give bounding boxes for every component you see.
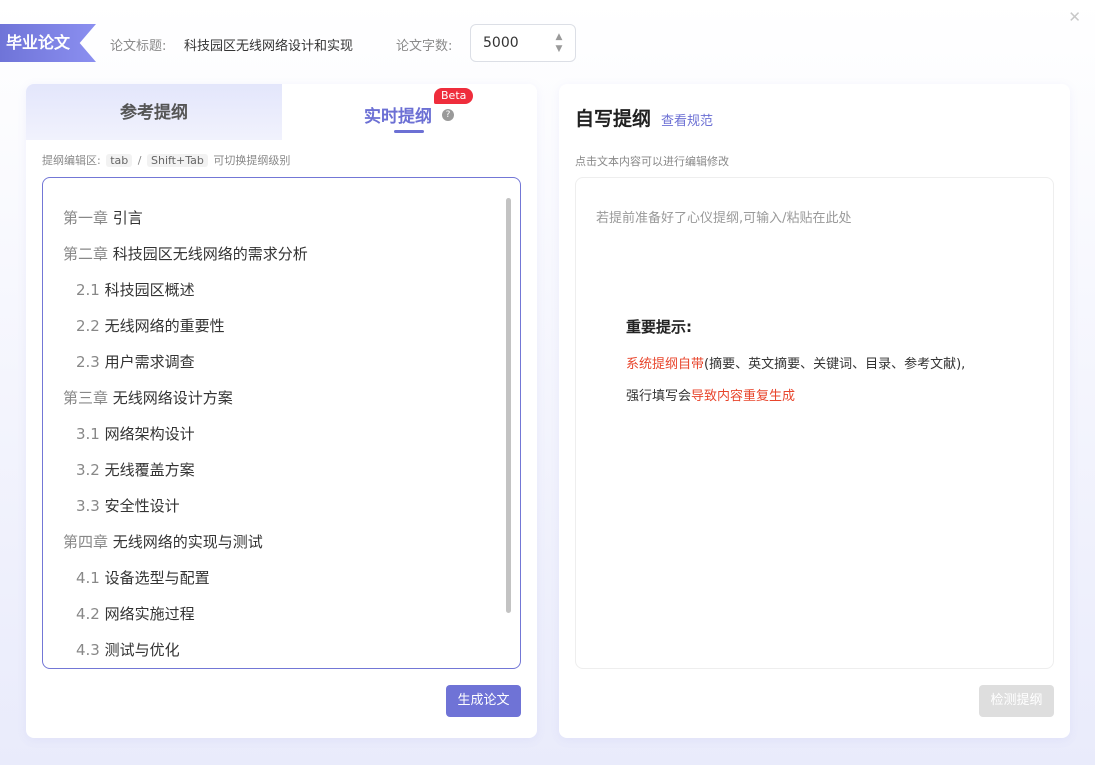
outline-item-text: 设备选型与配置 bbox=[104, 569, 210, 587]
outline-item-text: 无线网络设计方案 bbox=[112, 389, 233, 407]
scrollbar[interactable] bbox=[506, 198, 511, 613]
check-outline-button[interactable]: 检测提纲 bbox=[979, 685, 1054, 717]
tab-live-label: 实时提纲 bbox=[364, 107, 432, 127]
custom-outline-panel: 自写提纲 查看规范 点击文本内容可以进行编辑修改 若提前准备好了心仪提纲,可输入… bbox=[559, 84, 1070, 738]
outline-item-number: 第一章 bbox=[63, 209, 109, 227]
outline-item-text: 科技园区无线网络的需求分析 bbox=[112, 245, 308, 263]
edit-hint: 点击文本内容可以进行编辑修改 bbox=[575, 155, 729, 168]
outline-item-number: 2.3 bbox=[76, 353, 100, 371]
outline-item-text: 用户需求调查 bbox=[104, 353, 195, 371]
outline-item-text: 无线网络的实现与测试 bbox=[112, 533, 263, 551]
outline-item-number: 2.2 bbox=[76, 317, 100, 335]
outline-item-text: 安全性设计 bbox=[104, 497, 180, 515]
beta-badge: Beta bbox=[434, 88, 474, 104]
outline-panel: 参考提纲 实时提纲 ? Beta 提纲编辑区: tab / Shift+Tab … bbox=[26, 84, 537, 738]
outline-tabs: 参考提纲 实时提纲 ? Beta bbox=[26, 84, 537, 140]
outline-item-number: 3.1 bbox=[76, 425, 100, 443]
outline-item-text: 引言 bbox=[112, 209, 143, 227]
kbd-shift-tab: Shift+Tab bbox=[146, 154, 208, 167]
notice-rest-1: (摘要、英文摘要、关键词、目录、参考文献), bbox=[704, 357, 966, 372]
outline-item[interactable]: 第四章 无线网络的实现与测试 bbox=[63, 531, 263, 552]
outline-item-text: 无线覆盖方案 bbox=[104, 461, 195, 479]
outline-item[interactable]: 3.3 安全性设计 bbox=[76, 495, 180, 516]
outline-item-number: 4.1 bbox=[76, 569, 100, 587]
word-count-input[interactable]: 5000 ▲ ▼ bbox=[470, 24, 576, 62]
outline-item[interactable]: 3.1 网络架构设计 bbox=[76, 423, 195, 444]
title-value: 科技园区无线网络设计和实现 bbox=[184, 39, 354, 54]
tab-live-outline[interactable]: 实时提纲 ? Beta bbox=[282, 84, 537, 140]
active-tab-underline bbox=[394, 130, 424, 133]
outline-item-text: 无线网络的重要性 bbox=[104, 317, 225, 335]
close-icon[interactable]: ✕ bbox=[1068, 8, 1081, 26]
notice-prefix-2: 强行填写会 bbox=[626, 389, 692, 404]
outline-item[interactable]: 4.2 网络实施过程 bbox=[76, 603, 195, 624]
important-notice-title: 重要提示: bbox=[626, 318, 692, 336]
notice-line-2: 强行填写会导致内容重复生成 bbox=[626, 385, 795, 404]
custom-outline-textarea[interactable]: 若提前准备好了心仪提纲,可输入/粘贴在此处 重要提示: 系统提纲自带(摘要、英文… bbox=[575, 177, 1054, 669]
outline-item[interactable]: 4.3 测试与优化 bbox=[76, 639, 180, 660]
hint-slash: / bbox=[137, 154, 142, 167]
kbd-tab: tab bbox=[106, 154, 133, 167]
outline-item[interactable]: 4.1 设备选型与配置 bbox=[76, 567, 210, 588]
tab-reference-outline[interactable]: 参考提纲 bbox=[26, 84, 282, 140]
outline-item[interactable]: 2.1 科技园区概述 bbox=[76, 279, 195, 300]
outline-item[interactable]: 2.2 无线网络的重要性 bbox=[76, 315, 225, 336]
outline-item[interactable]: 第三章 无线网络设计方案 bbox=[63, 387, 233, 408]
word-count-value: 5000 bbox=[483, 35, 519, 51]
outline-item-number: 3.2 bbox=[76, 461, 100, 479]
textarea-placeholder: 若提前准备好了心仪提纲,可输入/粘贴在此处 bbox=[596, 211, 852, 226]
words-label: 论文字数: bbox=[396, 39, 453, 54]
outline-item[interactable]: 2.3 用户需求调查 bbox=[76, 351, 195, 372]
question-circle-icon[interactable]: ? bbox=[442, 109, 454, 121]
title-label: 论文标题: bbox=[110, 39, 167, 54]
hint-suffix: 可切换提纲级别 bbox=[213, 154, 291, 167]
outline-edit-hint: 提纲编辑区: tab / Shift+Tab 可切换提纲级别 bbox=[42, 152, 290, 168]
hint-prefix: 提纲编辑区: bbox=[42, 154, 101, 167]
notice-red-2: 导致内容重复生成 bbox=[691, 389, 796, 404]
outline-item-text: 科技园区概述 bbox=[104, 281, 195, 299]
outline-item-text: 测试与优化 bbox=[104, 641, 180, 659]
view-guidelines-link[interactable]: 查看规范 bbox=[661, 110, 713, 129]
outline-item[interactable]: 第二章 科技园区无线网络的需求分析 bbox=[63, 243, 308, 264]
outline-item-number: 第二章 bbox=[63, 245, 109, 263]
outline-item-number: 2.1 bbox=[76, 281, 100, 299]
outline-item-number: 第三章 bbox=[63, 389, 109, 407]
notice-red-1: 系统提纲自带 bbox=[626, 357, 705, 372]
outline-item-number: 第四章 bbox=[63, 533, 109, 551]
outline-item[interactable]: 3.2 无线覆盖方案 bbox=[76, 459, 195, 480]
thesis-type-tag: 毕业论文 bbox=[0, 24, 96, 62]
custom-outline-title: 自写提纲 bbox=[575, 108, 652, 130]
generate-thesis-button[interactable]: 生成论文 bbox=[446, 685, 521, 717]
outline-item[interactable]: 第一章 引言 bbox=[63, 207, 143, 228]
outline-item-text: 网络实施过程 bbox=[104, 605, 195, 623]
outline-item-number: 4.2 bbox=[76, 605, 100, 623]
notice-line-1: 系统提纲自带(摘要、英文摘要、关键词、目录、参考文献), bbox=[626, 353, 965, 372]
stepper-arrows-icon[interactable]: ▲ ▼ bbox=[553, 31, 565, 55]
outline-editor[interactable]: 第一章 引言 第二章 科技园区无线网络的需求分析 2.1 科技园区概述 2.2 无线网… bbox=[42, 177, 521, 669]
outline-item-text: 网络架构设计 bbox=[104, 425, 195, 443]
outline-item-number: 4.3 bbox=[76, 641, 100, 659]
outline-item-number: 3.3 bbox=[76, 497, 100, 515]
